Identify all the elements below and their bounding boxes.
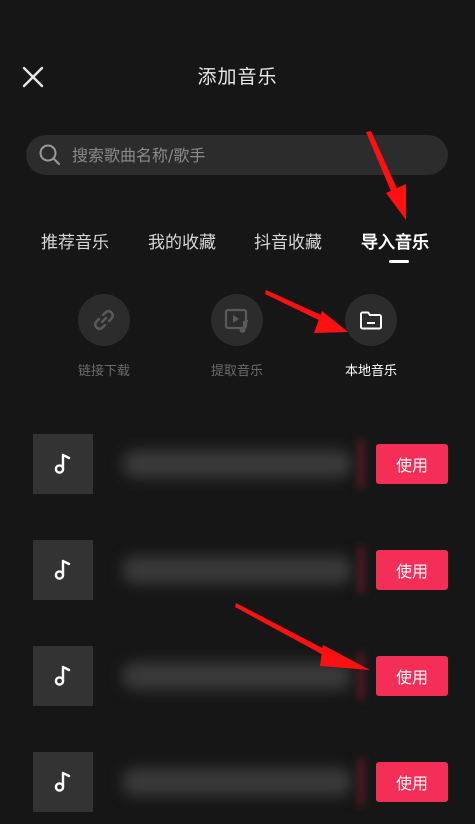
search-bar[interactable] — [26, 135, 448, 175]
link-download-button[interactable] — [78, 294, 130, 346]
extract-music-button[interactable] — [211, 294, 263, 346]
music-note-icon — [54, 559, 71, 580]
song-title-blurred — [122, 450, 352, 478]
song-row: 使用 — [0, 752, 475, 812]
use-button[interactable]: 使用 — [376, 656, 448, 696]
song-cover — [33, 646, 93, 706]
song-title-blurred — [122, 662, 352, 690]
tab-douyin-favorites[interactable]: 抖音收藏 — [254, 228, 322, 253]
use-button[interactable]: 使用 — [376, 762, 448, 802]
extract-music-label: 提取音乐 — [210, 364, 263, 379]
music-note-icon — [54, 665, 71, 686]
song-info-blur-edge — [358, 546, 364, 594]
song-info-blur-edge — [358, 652, 364, 700]
page-title: 添加音乐 — [197, 66, 278, 88]
link-download-option[interactable]: 链接下载 — [49, 294, 159, 379]
search-input[interactable] — [70, 144, 424, 166]
music-note-icon — [54, 771, 71, 792]
song-row: 使用 — [0, 540, 475, 600]
song-info-blur-edge — [358, 758, 364, 806]
song-row: 使用 — [0, 434, 475, 494]
song-row: 使用 — [0, 646, 475, 706]
use-button[interactable]: 使用 — [376, 444, 448, 484]
local-music-button[interactable] — [345, 294, 397, 346]
header: 添加音乐 — [0, 48, 475, 104]
tab-import-music[interactable]: 导入音乐 — [361, 228, 429, 253]
song-info-blur-edge — [358, 440, 364, 488]
link-icon — [94, 310, 114, 330]
extract-music-option[interactable]: 提取音乐 — [182, 294, 292, 379]
local-music-option[interactable]: 本地音乐 — [316, 294, 426, 379]
song-title-blurred — [122, 556, 352, 584]
folder-icon — [360, 311, 382, 330]
tab-recommended-music[interactable]: 推荐音乐 — [41, 228, 109, 253]
video-music-icon — [224, 308, 249, 333]
song-cover — [33, 752, 93, 812]
active-tab-indicator — [389, 260, 409, 263]
local-music-label: 本地音乐 — [344, 364, 397, 379]
tab-my-favorites[interactable]: 我的收藏 — [148, 228, 216, 253]
use-button[interactable]: 使用 — [376, 550, 448, 590]
link-download-label: 链接下载 — [77, 364, 130, 379]
song-cover — [33, 434, 93, 494]
search-icon — [39, 144, 60, 165]
song-cover — [33, 540, 93, 600]
song-title-blurred — [122, 768, 352, 796]
music-note-icon — [54, 453, 71, 474]
